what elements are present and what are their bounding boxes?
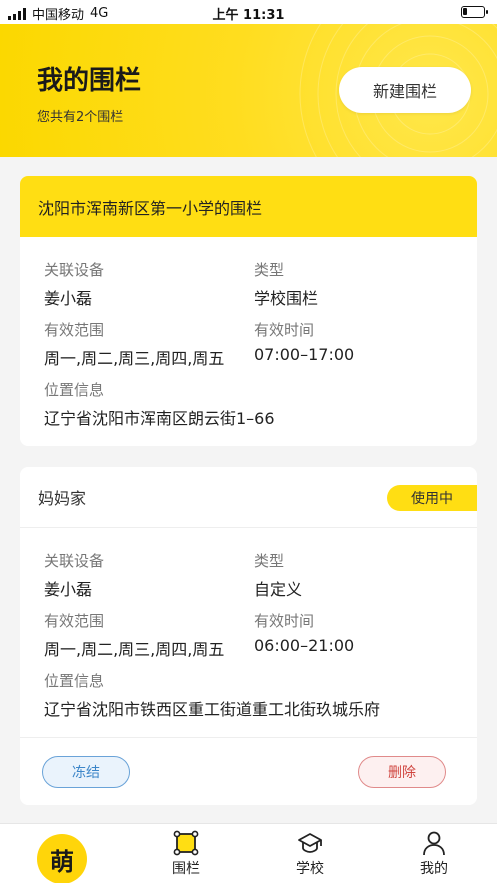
delete-button[interactable]: 删除 — [358, 756, 446, 788]
fence-name: 妈妈家 — [38, 489, 87, 508]
battery-level — [463, 8, 467, 15]
time-field: 有效时间 07:00–17:00 — [254, 319, 354, 364]
location-value: 辽宁省沈阳市浑南区朗云街1–66 — [44, 409, 275, 428]
fence-name: 沈阳市浑南新区第一小学的围栏 — [20, 176, 477, 237]
device-field: 关联设备 姜小磊 — [44, 550, 104, 600]
battery-icon — [461, 6, 488, 18]
device-label: 关联设备 — [44, 552, 105, 570]
fence-card[interactable]: 沈阳市浑南新区第一小学的围栏 关联设备 姜小磊 类型 学校围栏 有效范围 周一,… — [20, 176, 477, 446]
status-badge: 使用中 — [387, 485, 477, 511]
tab-fence[interactable]: 围栏 — [156, 830, 216, 878]
freeze-button[interactable]: 冻结 — [42, 756, 130, 788]
fence-list-page: 中国移动 4G 上午 11:31 我的围栏 您共有2个围栏 新建围栏 沈阳市浑南… — [0, 0, 497, 883]
fence-icon — [173, 830, 199, 856]
type-label: 类型 — [254, 261, 285, 279]
school-icon — [298, 833, 322, 853]
card-actions: 冻结 删除 — [20, 737, 477, 805]
fence-card[interactable]: 妈妈家 使用中 关联设备 姜小磊 类型 自定义 有效范围 周一,周二,周三,周四… — [20, 467, 477, 805]
device-label: 关联设备 — [44, 261, 105, 279]
status-time: 上午 11:31 — [212, 8, 285, 23]
type-field: 类型 自定义 — [254, 550, 302, 600]
type-value: 自定义 — [254, 580, 303, 599]
tab-label: 学校 — [296, 861, 324, 877]
range-field: 有效范围 周一,周二,周三,周四,周五 — [44, 610, 224, 660]
app-logo[interactable]: 萌 — [37, 834, 87, 883]
page-header: 我的围栏 您共有2个围栏 新建围栏 — [0, 24, 497, 157]
location-label: 位置信息 — [44, 381, 105, 399]
type-value: 学校围栏 — [254, 289, 319, 308]
time-field: 有效时间 06:00–21:00 — [254, 610, 354, 655]
time-value: 07:00–17:00 — [254, 345, 355, 364]
type-label: 类型 — [254, 552, 285, 570]
tab-school[interactable]: 学校 — [280, 830, 340, 878]
tab-bar: 萌 围栏 学校 我的 — [0, 823, 497, 883]
time-value: 06:00–21:00 — [254, 636, 355, 655]
range-label: 有效范围 — [44, 612, 105, 630]
location-label: 位置信息 — [44, 672, 105, 690]
status-bar: 中国移动 4G 上午 11:31 — [0, 0, 497, 24]
device-value: 姜小磊 — [44, 289, 93, 308]
new-fence-button[interactable]: 新建围栏 — [339, 67, 471, 113]
fence-count: 您共有2个围栏 — [37, 110, 124, 125]
type-field: 类型 学校围栏 — [254, 259, 318, 309]
location-field: 位置信息 辽宁省沈阳市浑南区朗云街1–66 — [44, 379, 275, 429]
tab-label: 我的 — [420, 861, 448, 877]
tab-label: 围栏 — [172, 861, 200, 877]
device-value: 姜小磊 — [44, 580, 93, 599]
time-label: 有效时间 — [254, 321, 315, 339]
tab-profile[interactable]: 我的 — [404, 830, 464, 878]
range-field: 有效范围 周一,周二,周三,周四,周五 — [44, 319, 224, 369]
range-value: 周一,周二,周三,周四,周五 — [44, 349, 225, 368]
location-field: 位置信息 辽宁省沈阳市铁西区重工街道重工北街玖城乐府 — [44, 670, 380, 720]
device-field: 关联设备 姜小磊 — [44, 259, 104, 309]
page-title: 我的围栏 — [37, 66, 142, 96]
profile-icon — [423, 831, 445, 856]
range-value: 周一,周二,周三,周四,周五 — [44, 640, 225, 659]
time-label: 有效时间 — [254, 612, 315, 630]
fence-header: 妈妈家 使用中 — [20, 467, 477, 528]
range-label: 有效范围 — [44, 321, 105, 339]
location-value: 辽宁省沈阳市铁西区重工街道重工北街玖城乐府 — [44, 700, 381, 719]
